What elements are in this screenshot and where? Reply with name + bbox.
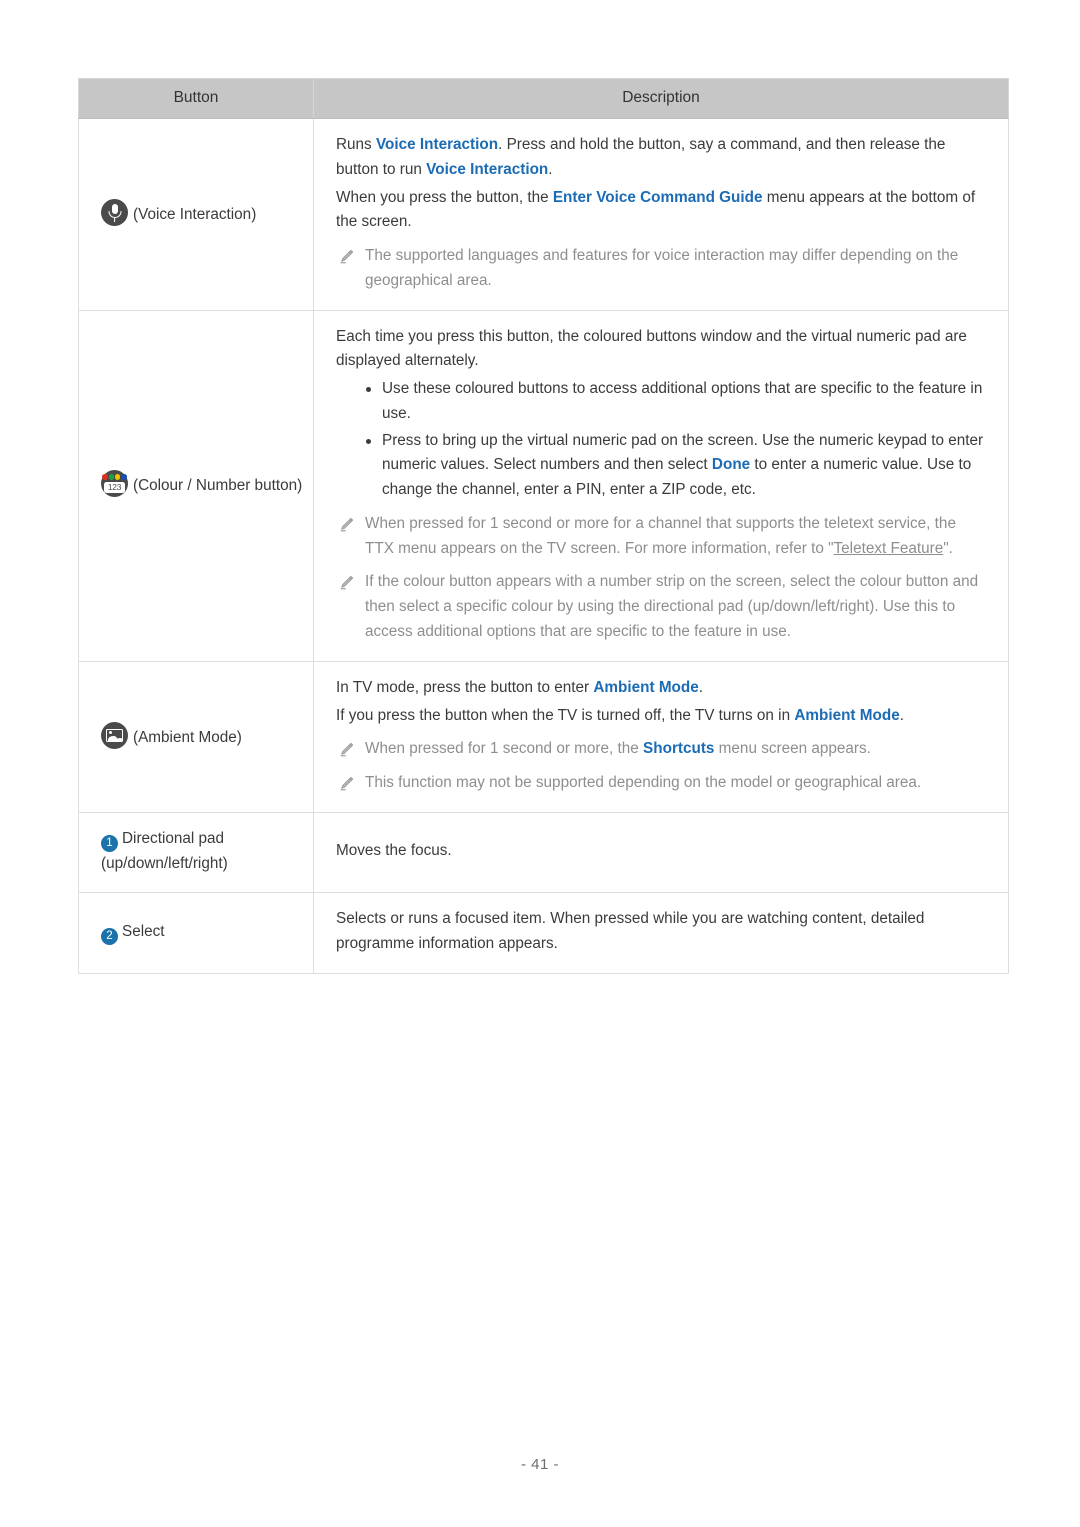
inline-reference-link[interactable]: Teletext Feature (834, 540, 944, 557)
description-cell: Each time you press this button, the col… (313, 309, 1009, 662)
pencil-icon (340, 743, 354, 757)
pencil-icon (340, 776, 354, 791)
inline-link[interactable]: Voice Interaction (426, 161, 548, 178)
button-icon-and-label: (Voice Interaction) (101, 199, 257, 227)
button-label: (Ambient Mode) (133, 728, 242, 746)
description-paragraph: Each time you press this button, the col… (336, 327, 967, 370)
table-row: (Ambient Mode) In TV mode, press the butt… (78, 660, 1009, 813)
page-number: - 41 - (520, 1456, 559, 1473)
button-icon-and-label: 2 Select (101, 922, 165, 945)
pencil-icon (340, 249, 354, 264)
note-row: If the colour button appears with a numb… (336, 570, 984, 644)
button-icon-and-label: (Ambient Mode) (101, 721, 242, 749)
note-text: When pressed for 1 second or more for a … (365, 514, 956, 557)
button-label: Select (122, 922, 165, 940)
button-icon-and-label: 1 Directional pad (up/down/left/right) (101, 830, 228, 872)
button-cell: (Voice Interaction) (78, 118, 314, 311)
inline-link[interactable]: Shortcuts (643, 740, 714, 757)
microphone-icon (101, 199, 128, 227)
table-row: 123 (Colour / Number button) Each time you… (78, 309, 1009, 662)
document-page: Button Description (Voice Interaction) Ru… (0, 0, 1080, 1527)
pencil-icon (340, 576, 354, 590)
number-badge-1: 1 (101, 834, 118, 852)
description-paragraph: If you press the button when the TV is t… (336, 706, 904, 724)
table-body: (Voice Interaction) Runs Voice Interactio… (78, 118, 1009, 974)
inline-link[interactable]: Done (712, 456, 750, 473)
note-text: When pressed for 1 second or more, the S… (365, 740, 871, 758)
button-label: Directional pad (up/down/left/right) (101, 829, 228, 872)
note-text: If the colour button appears with a numb… (365, 573, 979, 641)
number-badge-2: 2 (101, 927, 118, 945)
table-row: 2 Select Selects or runs a focused item. W… (78, 892, 1009, 974)
inline-link[interactable]: Voice Interaction (376, 136, 498, 153)
button-cell: 2 Select (78, 892, 314, 974)
pencil-icon (340, 517, 354, 532)
description-paragraph: Selects or runs a focused item. When pre… (336, 910, 925, 953)
description-cell: Selects or runs a focused item. When pre… (313, 892, 1009, 974)
list-item: Use these coloured buttons to access add… (364, 377, 984, 427)
button-icon-and-label: 123 (Colour / Number button) (101, 470, 303, 498)
list-item: Press to bring up the virtual numeric pa… (364, 429, 984, 503)
button-label: (Colour / Number button) (133, 477, 303, 495)
description-bullet-list: Use these coloured buttons to access add… (336, 377, 984, 503)
note-text: This function may not be supported depen… (365, 774, 922, 792)
inline-link[interactable]: Ambient Mode (593, 679, 698, 696)
column-header-description: Description (313, 78, 1009, 119)
button-description-table: Button Description (Voice Interaction) Ru… (78, 78, 1009, 974)
column-header-button: Button (78, 78, 314, 119)
description-paragraph: Moves the focus. (336, 842, 452, 860)
table-row: 1 Directional pad (up/down/left/right) Mov… (78, 811, 1009, 894)
note-row: The supported languages and features for… (336, 244, 984, 294)
description-cell: Moves the focus. (313, 811, 1009, 894)
table-row: (Voice Interaction) Runs Voice Interactio… (78, 118, 1009, 311)
note-text: The supported languages and features for… (365, 247, 959, 289)
inline-link[interactable]: Ambient Mode (794, 707, 899, 724)
button-cell: 123 (Colour / Number button) (78, 309, 314, 662)
ambient-mode-icon (101, 721, 128, 749)
colour-number-icon: 123 (101, 470, 128, 498)
button-cell: 1 Directional pad (up/down/left/right) (78, 811, 314, 894)
note-row: When pressed for 1 second or more for a … (336, 512, 984, 562)
colour-number-icon-digits: 123 (104, 482, 125, 494)
description-cell: Runs Voice Interaction. Press and hold t… (313, 118, 1009, 311)
description-paragraph: Runs Voice Interaction. Press and hold t… (336, 136, 946, 178)
button-label: (Voice Interaction) (133, 206, 257, 224)
table-header-row: Button Description (78, 78, 1009, 119)
description-paragraph: When you press the button, the Enter Voi… (336, 188, 976, 231)
description-cell: In TV mode, press the button to enter Am… (313, 660, 1009, 813)
note-row: This function may not be supported depen… (336, 771, 984, 796)
inline-link[interactable]: Enter Voice Command Guide (553, 189, 763, 206)
button-cell: (Ambient Mode) (78, 660, 314, 813)
description-paragraph: In TV mode, press the button to enter Am… (336, 678, 704, 696)
note-row: When pressed for 1 second or more, the S… (336, 737, 984, 762)
